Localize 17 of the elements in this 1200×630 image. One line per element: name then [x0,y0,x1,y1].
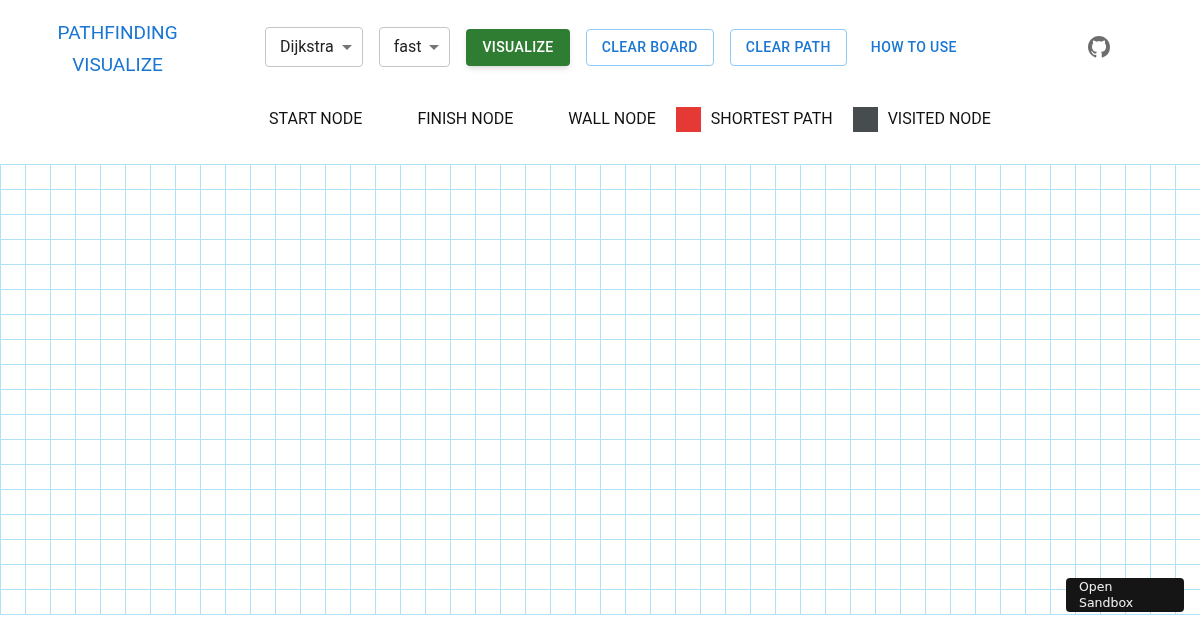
caret-icon [429,44,440,50]
legend-label: FINISH NODE [417,108,514,130]
action-button[interactable]: HOW TO USE [862,28,965,66]
app-title: VISUALIZE [72,52,163,78]
legend-label: START NODE [269,108,363,130]
open-sandbox-badge[interactable]: Open Sandbox [1066,578,1184,612]
action-button[interactable]: CLEAR BOARD [585,28,714,66]
legend-label: VISITED NODE [887,108,991,130]
dropdown-select[interactable]: Dijkstra [265,27,363,67]
caret-icon [341,44,352,50]
legend-label: SHORTEST PATH [710,108,833,130]
action-button[interactable]: VISUALIZE [466,28,570,66]
legend-label: WALL NODE [568,108,656,130]
action-button[interactable]: CLEAR PATH [729,28,847,66]
github-icon[interactable] [1088,36,1110,58]
app-title: PATHFINDING [57,20,178,46]
dropdown-select[interactable]: fast [378,27,451,67]
